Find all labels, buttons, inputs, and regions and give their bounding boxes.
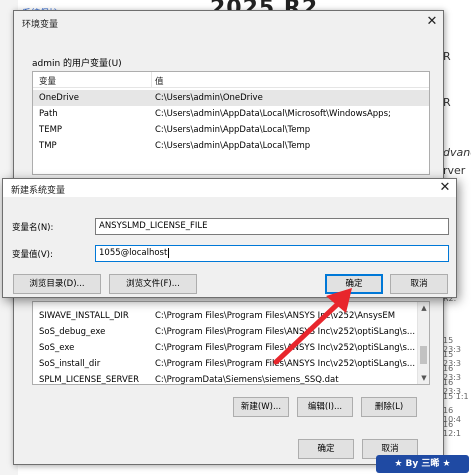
var-value: C:\Users\admin\OneDrive — [155, 93, 263, 103]
new-system-variable-dialog: 新建系统变量 ✕ 变量名(N): ANSYSLMD_LICENSE_FILE 变… — [2, 178, 457, 298]
var-name: SIWAVE_INSTALL_DIR — [39, 311, 129, 321]
var-name: Path — [39, 109, 58, 119]
var-value: C:\Users\admin\AppData\Local\Temp — [155, 141, 311, 151]
new-dialog-ok-button[interactable]: 确定 — [325, 274, 383, 294]
col-header-variable[interactable]: 变量 — [39, 75, 56, 87]
text-caret — [168, 247, 170, 258]
scroll-down-icon[interactable]: ▼ — [418, 372, 429, 384]
bg-time-7: 16 12:1 — [443, 420, 461, 438]
new-dialog-title-bar[interactable] — [3, 179, 456, 197]
system-var-row[interactable]: SoS_install_dir C:\Program Files\Program… — [33, 356, 429, 372]
browse-directory-button[interactable]: 浏览目录(D)... — [13, 274, 101, 294]
user-var-row-tmp[interactable]: TMP C:\Users\admin\AppData\Local\Temp — [33, 138, 429, 154]
bg-text-2: R — [443, 96, 451, 109]
env-ok-button[interactable]: 确定 — [298, 439, 354, 459]
user-var-row-onedrive[interactable]: OneDrive C:\Users\admin\OneDrive — [33, 90, 429, 106]
var-value: C:\Users\admin\AppData\Local\Temp — [155, 125, 311, 135]
user-vars-list[interactable]: 变量 值 OneDrive C:\Users\admin\OneDrive Pa… — [32, 71, 430, 175]
system-var-row[interactable]: SoS_debug_exe C:\Program Files\Program F… — [33, 324, 429, 340]
user-vars-group-label: admin 的用户变量(U) — [32, 59, 122, 69]
var-value: C:\Program Files\Program Files\ANSYS Inc… — [155, 343, 416, 353]
variable-name-input[interactable]: ANSYSLMD_LICENSE_FILE — [95, 218, 449, 235]
var-value: C:\Users\admin\AppData\Local\Microsoft\W… — [155, 109, 391, 119]
system-var-row[interactable]: SPLM_LICENSE_SERVER C:\ProgramData\Sieme… — [33, 372, 429, 385]
bg-time-5: 15 1:1 — [443, 392, 469, 401]
watermark-badge: ★ By 三晞 ★ — [376, 455, 469, 473]
var-name: SPLM_LICENSE_SERVER — [39, 375, 140, 385]
system-var-row[interactable]: SIWAVE_INSTALL_DIR C:\Program Files\Prog… — [33, 308, 429, 324]
var-name: OneDrive — [39, 93, 79, 103]
var-name: SoS_debug_exe — [39, 327, 106, 337]
bg-text-1: R — [443, 50, 451, 63]
scroll-up-icon[interactable]: ▲ — [418, 302, 429, 314]
bg-text-4: rver — [443, 164, 466, 177]
column-divider[interactable] — [151, 72, 152, 88]
var-value: C:\Program Files\Program Files\ANSYS Inc… — [155, 311, 396, 321]
system-delete-button[interactable]: 删除(L) — [361, 397, 417, 417]
system-edit-button[interactable]: 编辑(I)... — [297, 397, 353, 417]
var-name: SoS_install_dir — [39, 359, 101, 369]
var-name: TMP — [39, 141, 57, 151]
new-dialog-cancel-button[interactable]: 取消 — [390, 274, 448, 294]
system-vars-scrollbar[interactable]: ▲ ▼ — [417, 302, 429, 384]
env-window-title: 环境变量 — [22, 20, 59, 30]
system-new-button[interactable]: 新建(W)... — [233, 397, 289, 417]
user-vars-header: 变量 值 — [33, 72, 429, 88]
new-dialog-title: 新建系统变量 — [11, 186, 66, 196]
variable-value-label: 变量值(V): — [12, 250, 53, 260]
var-value: C:\ProgramData\Siemens\siemens_SSQ.dat — [155, 375, 339, 385]
system-vars-list[interactable]: SIWAVE_INSTALL_DIR C:\Program Files\Prog… — [32, 301, 430, 385]
var-name: TEMP — [39, 125, 63, 135]
var-name: SoS_exe — [39, 343, 75, 353]
var-value: C:\Program Files\Program Files\ANSYS Inc… — [155, 327, 416, 337]
env-window-close-icon[interactable]: ✕ — [424, 14, 440, 30]
new-dialog-close-icon[interactable]: ✕ — [437, 180, 453, 196]
browse-file-button[interactable]: 浏览文件(F)... — [109, 274, 197, 294]
user-var-row-path[interactable]: Path C:\Users\admin\AppData\Local\Micros… — [33, 106, 429, 122]
scroll-thumb[interactable] — [420, 346, 427, 364]
variable-name-label: 变量名(N): — [12, 223, 54, 233]
user-var-row-temp[interactable]: TEMP C:\Users\admin\AppData\Local\Temp — [33, 122, 429, 138]
col-header-value[interactable]: 值 — [155, 75, 164, 87]
variable-value-text: 1055@localhost — [99, 248, 168, 258]
system-var-row[interactable]: SoS_exe C:\Program Files\Program Files\A… — [33, 340, 429, 356]
bg-text-3: dvanc — [443, 146, 471, 159]
variable-value-input[interactable]: 1055@localhost — [95, 245, 449, 262]
var-value: C:\Program Files\Program Files\ANSYS Inc… — [155, 359, 416, 369]
